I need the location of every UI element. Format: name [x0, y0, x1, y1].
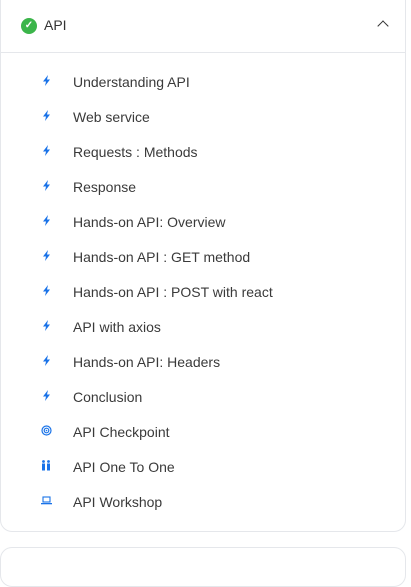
lesson-label: Response: [73, 179, 137, 195]
lesson-label: Conclusion: [73, 389, 143, 405]
lightning-icon: [40, 285, 52, 299]
chevron-up-icon[interactable]: [377, 20, 389, 32]
lesson-label: Web service: [73, 109, 150, 125]
lesson-item[interactable]: API One To One: [1, 452, 405, 487]
lesson-label: API Workshop: [73, 494, 163, 510]
lesson-item[interactable]: Requests : Methods: [1, 137, 405, 172]
lesson-item[interactable]: Conclusion: [1, 382, 405, 417]
lightning-icon: [40, 145, 52, 159]
lesson-label: Requests : Methods: [73, 144, 198, 160]
lesson-item[interactable]: Understanding API: [1, 67, 405, 102]
lesson-label: Hands-on API: Overview: [73, 214, 226, 230]
lesson-item[interactable]: Hands-on API : GET method: [1, 242, 405, 277]
target-icon: [40, 425, 52, 439]
lesson-item[interactable]: API Workshop: [1, 487, 405, 522]
lesson-label: Hands-on API : POST with react: [73, 284, 273, 300]
lesson-item[interactable]: Hands-on API: Headers: [1, 347, 405, 382]
lesson-item[interactable]: Web service: [1, 102, 405, 137]
lightning-icon: [40, 250, 52, 264]
people-icon: [40, 460, 52, 474]
lesson-item[interactable]: Response: [1, 172, 405, 207]
lesson-item[interactable]: Hands-on API : POST with react: [1, 277, 405, 312]
lesson-label: API with axios: [73, 319, 161, 335]
check-circle-icon: ✓: [21, 18, 37, 34]
lesson-label: Understanding API: [73, 74, 190, 90]
lightning-icon: [40, 320, 52, 334]
api-section-card: ✓ API Understanding API Web service Reques…: [0, 0, 406, 532]
lightning-icon: [40, 390, 52, 404]
lightning-icon: [40, 180, 52, 194]
lesson-label: Hands-on API : GET method: [73, 249, 251, 265]
api-section-header[interactable]: ✓ API: [1, 1, 405, 53]
lesson-item[interactable]: Hands-on API: Overview: [1, 207, 405, 242]
lesson-label: API One To One: [73, 459, 175, 475]
lesson-item[interactable]: API Checkpoint: [1, 417, 405, 452]
lightning-icon: [40, 75, 52, 89]
section-title: API: [44, 17, 67, 33]
lightning-icon: [40, 355, 52, 369]
lightning-icon: [40, 215, 52, 229]
lesson-label: Hands-on API: Headers: [73, 354, 221, 370]
lightning-icon: [40, 110, 52, 124]
lesson-label: API Checkpoint: [73, 424, 170, 440]
lesson-item[interactable]: API with axios: [1, 312, 405, 347]
laptop-icon: [40, 495, 52, 509]
next-section-card[interactable]: [0, 547, 406, 587]
